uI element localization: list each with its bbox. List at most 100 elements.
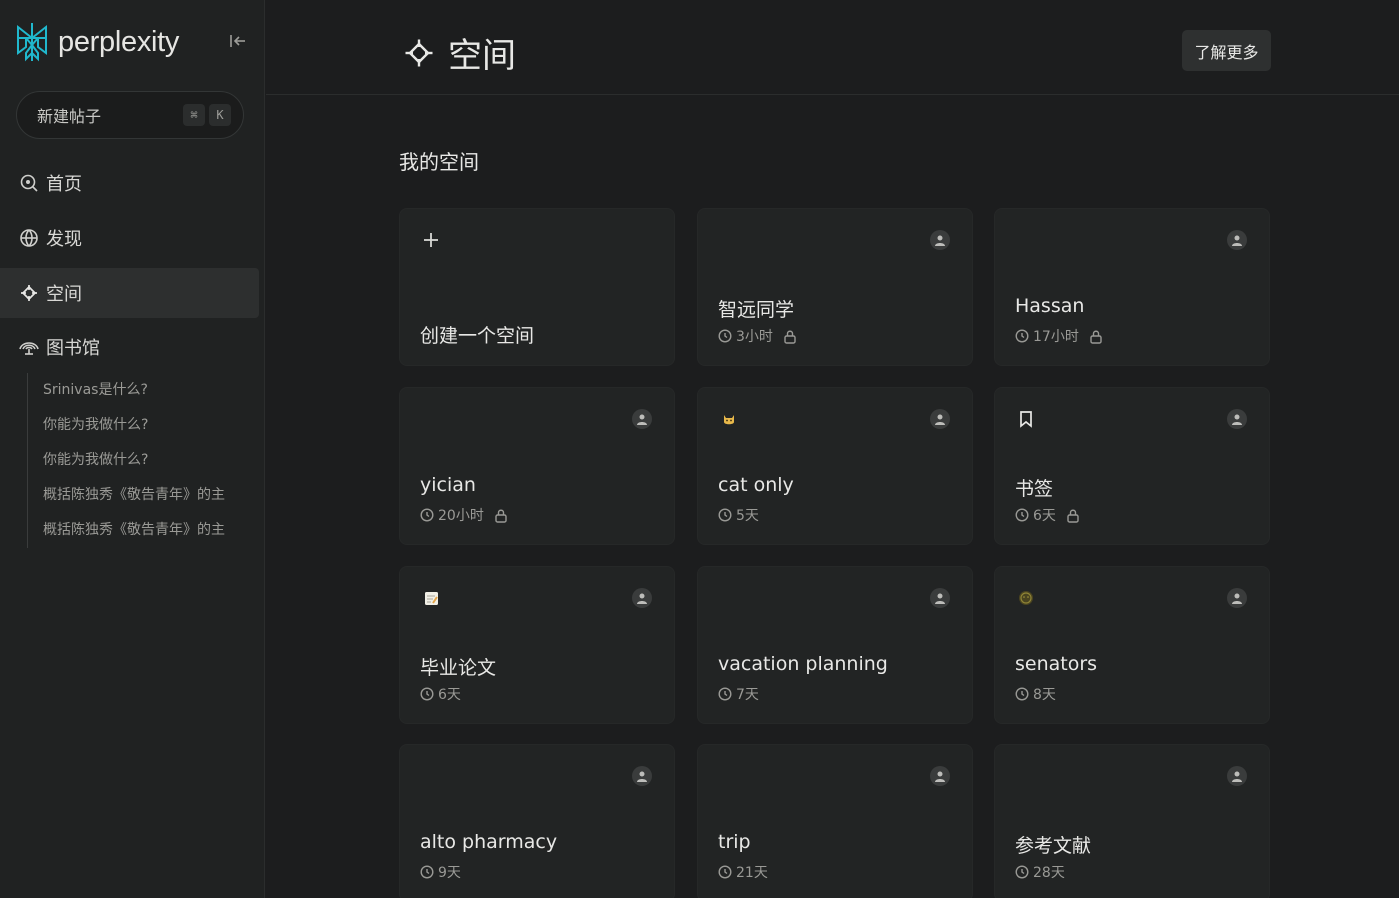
user-icon xyxy=(632,766,652,786)
lock-icon xyxy=(1090,330,1102,344)
user-icon xyxy=(930,766,950,786)
clock-icon xyxy=(718,329,732,343)
space-card-meta: 21天 xyxy=(718,862,768,882)
space-card[interactable]: cat only 5天 xyxy=(697,387,973,545)
perplexity-logo-icon xyxy=(17,23,47,62)
space-card-title: vacation planning xyxy=(718,653,888,675)
clock-icon xyxy=(1015,865,1029,879)
space-card-meta: 7天 xyxy=(718,684,759,704)
clock-icon xyxy=(718,508,732,522)
space-card-time: 28天 xyxy=(1033,865,1065,881)
space-card-time: 20小时 xyxy=(438,508,484,524)
user-icon xyxy=(1227,766,1247,786)
user-icon xyxy=(1227,409,1247,429)
sidebar-item-label: 空间 xyxy=(46,284,82,305)
space-card-title: 创建一个空间 xyxy=(420,325,535,347)
new-thread-label: 新建帖子 xyxy=(37,107,102,126)
space-card-time: 8天 xyxy=(1033,687,1056,703)
sidebar-item-discover[interactable]: 发现 xyxy=(0,213,259,263)
memo-emoji-icon xyxy=(420,587,442,609)
create-space-card[interactable]: 创建一个空间 xyxy=(399,208,675,366)
clock-icon xyxy=(718,865,732,879)
bookmark-icon xyxy=(1015,408,1037,430)
collapse-sidebar-button[interactable] xyxy=(226,30,250,52)
space-card[interactable]: Hassan 17小时 xyxy=(994,208,1270,366)
brand-name: perplexity xyxy=(58,25,180,58)
space-card-title: yician xyxy=(420,474,476,496)
space-card-title: senators xyxy=(1015,653,1098,675)
space-card-title: 智远同学 xyxy=(718,299,795,321)
user-icon xyxy=(930,409,950,429)
space-card-title: 书签 xyxy=(1015,478,1054,500)
brand[interactable]: perplexity xyxy=(14,20,179,64)
user-icon xyxy=(930,588,950,608)
collapse-icon xyxy=(230,35,245,47)
clock-icon xyxy=(420,508,434,522)
space-card-meta: 9天 xyxy=(420,862,461,882)
clock-icon xyxy=(1015,687,1029,701)
sidebar-item-label: 首页 xyxy=(46,174,82,195)
plus-icon xyxy=(420,229,442,251)
k-key-badge: K xyxy=(209,104,231,126)
section-title: 我的空间 xyxy=(399,150,479,174)
new-thread-button[interactable]: 新建帖子 ⌘ K xyxy=(16,91,244,139)
spaces-icon xyxy=(18,282,40,304)
space-card-title: 参考文献 xyxy=(1015,835,1092,857)
library-thread-item[interactable]: 概括陈独秀《敬告青年》的主 xyxy=(43,513,243,548)
space-card-title: cat only xyxy=(718,474,794,496)
library-thread-item[interactable]: 概括陈独秀《敬告青年》的主 xyxy=(43,478,243,513)
library-thread-list: Srinivas是什么? 你能为我做什么? 你能为我做什么? 概括陈独秀《敬告青… xyxy=(27,373,247,548)
space-card-meta: 20小时 xyxy=(420,505,508,525)
lock-icon xyxy=(784,330,796,344)
library-icon xyxy=(18,336,40,358)
space-card[interactable]: 智远同学 3小时 xyxy=(697,208,973,366)
space-card-meta: 5天 xyxy=(718,505,759,525)
sidebar-item-spaces[interactable]: 空间 xyxy=(0,268,259,318)
smiley-emoji-icon xyxy=(1015,587,1037,609)
clock-icon xyxy=(718,687,732,701)
space-card-meta: 17小时 xyxy=(1015,326,1103,346)
page-header: 空间 了解更多 xyxy=(266,0,1399,95)
clock-icon xyxy=(420,687,434,701)
space-card-time: 3小时 xyxy=(736,329,773,345)
space-card-title: alto pharmacy xyxy=(420,831,558,853)
space-card[interactable]: 毕业论文 6天 xyxy=(399,566,675,724)
lock-icon xyxy=(1067,509,1079,523)
sidebar-item-home[interactable]: 首页 xyxy=(0,158,259,208)
space-card-meta: 6天 xyxy=(1015,505,1080,525)
space-card-time: 7天 xyxy=(736,687,759,703)
user-icon xyxy=(632,588,652,608)
search-icon xyxy=(18,172,40,194)
space-card[interactable]: senators 8天 xyxy=(994,566,1270,724)
space-card-time: 9天 xyxy=(438,865,461,881)
space-card[interactable]: alto pharmacy 9天 xyxy=(399,744,675,898)
space-card-meta: 3小时 xyxy=(718,326,797,346)
space-card[interactable]: 参考文献 28天 xyxy=(994,744,1270,898)
space-card-meta: 6天 xyxy=(420,684,461,704)
library-thread-item[interactable]: 你能为我做什么? xyxy=(43,443,243,478)
space-card-time: 21天 xyxy=(736,865,768,881)
space-card-title: 毕业论文 xyxy=(420,657,497,679)
user-icon xyxy=(1227,230,1247,250)
space-card[interactable]: vacation planning 7天 xyxy=(697,566,973,724)
clock-icon xyxy=(1015,508,1029,522)
space-card-meta: 8天 xyxy=(1015,684,1056,704)
space-card-time: 5天 xyxy=(736,508,759,524)
user-icon xyxy=(632,409,652,429)
space-card-time: 17小时 xyxy=(1033,329,1079,345)
library-thread-item[interactable]: 你能为我做什么? xyxy=(43,408,243,443)
cat-emoji-icon xyxy=(718,408,740,430)
clock-icon xyxy=(1015,329,1029,343)
space-card[interactable]: 书签 6天 xyxy=(994,387,1270,545)
library-thread-item[interactable]: Srinivas是什么? xyxy=(43,373,243,408)
user-icon xyxy=(930,230,950,250)
space-card-time: 6天 xyxy=(438,687,461,703)
learn-more-button[interactable]: 了解更多 xyxy=(1182,30,1271,71)
sidebar-item-library[interactable]: 图书馆 xyxy=(0,322,259,372)
space-card[interactable]: trip 21天 xyxy=(697,744,973,898)
space-card[interactable]: yician 20小时 xyxy=(399,387,675,545)
space-card-time: 6天 xyxy=(1033,508,1056,524)
spaces-icon xyxy=(405,39,433,66)
command-key-icon: ⌘ xyxy=(183,104,205,126)
sidebar-item-label: 发现 xyxy=(46,229,82,250)
